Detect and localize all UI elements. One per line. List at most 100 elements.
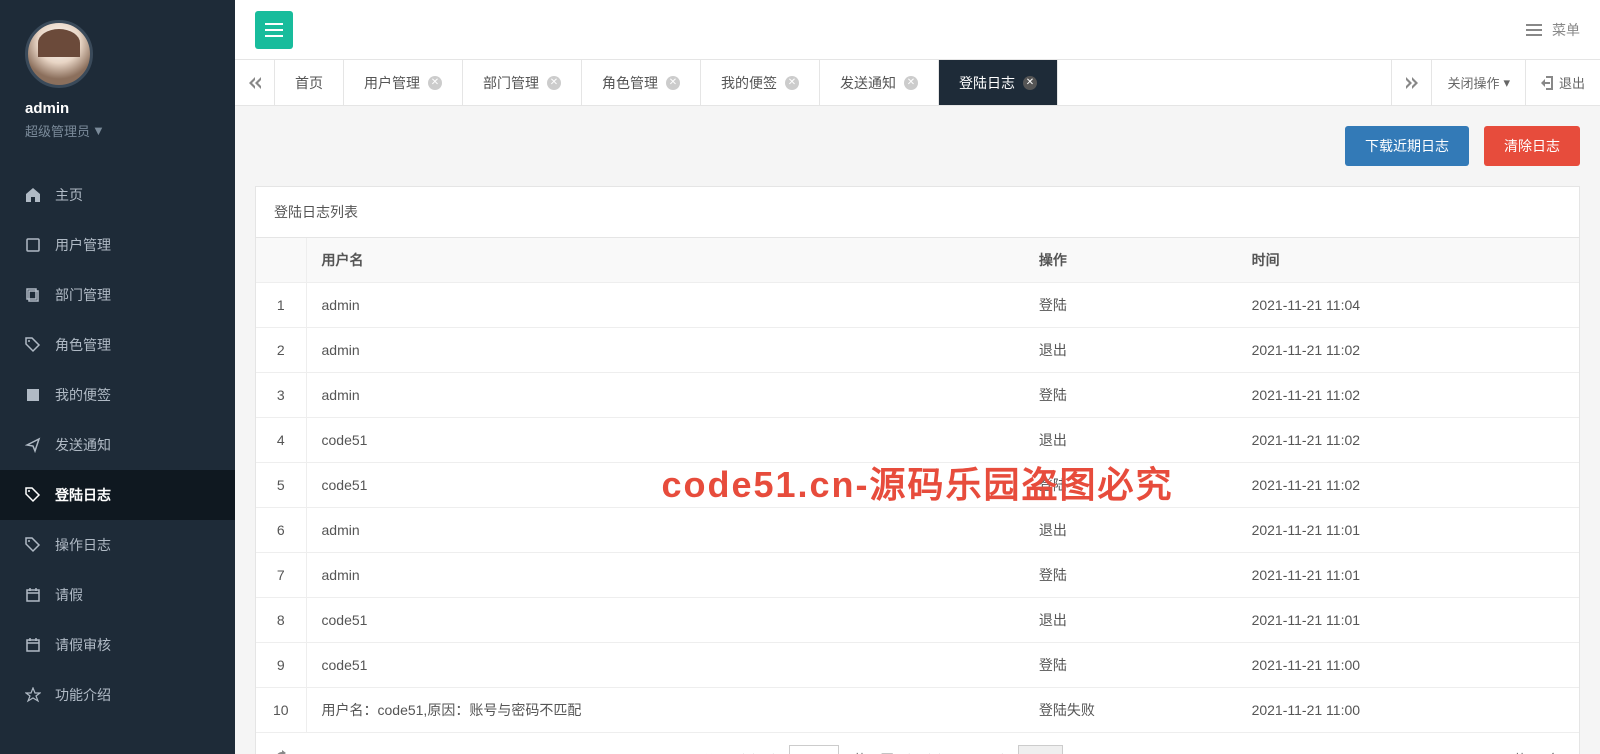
sidebar-item-10[interactable]: 功能介绍 (0, 670, 235, 720)
tag-icon (25, 337, 41, 353)
sidebar-item-9[interactable]: 请假审核 (0, 620, 235, 670)
logout-button[interactable]: 退出 (1525, 60, 1600, 105)
table-row[interactable]: 9code51登陆2021-11-21 11:00 (256, 643, 1579, 688)
tab-1[interactable]: 用户管理✕ (344, 60, 463, 105)
cell-action: 退出 (1024, 508, 1237, 553)
table-row[interactable]: 7admin登陆2021-11-21 11:01 (256, 553, 1579, 598)
cell-action: 登陆 (1024, 643, 1237, 688)
sidebar-item-3[interactable]: 角色管理 (0, 320, 235, 370)
sidebar-item-8[interactable]: 请假 (0, 570, 235, 620)
cell-time: 2021-11-21 11:00 (1237, 643, 1579, 688)
log-panel: 登陆日志列表 用户名 操作 时间 1admin登陆2021-11-21 11:0… (255, 186, 1580, 754)
table-row[interactable]: 8code51退出2021-11-21 11:01 (256, 598, 1579, 643)
tab-label: 我的便签 (721, 73, 777, 93)
calendar-icon (25, 587, 41, 603)
double-chevron-right-icon (1406, 77, 1418, 89)
tab-scroll-right-button[interactable] (1391, 60, 1431, 105)
users-icon (25, 237, 41, 253)
content-area: 下载近期日志 清除日志 登陆日志列表 用户名 操作 时间 1admin登陆202… (235, 106, 1600, 754)
sidebar-item-label: 用户管理 (55, 235, 111, 255)
cell-index: 6 (256, 508, 306, 553)
download-logs-button[interactable]: 下载近期日志 (1345, 126, 1469, 166)
username: admin (25, 100, 210, 117)
sidebar-item-label: 角色管理 (55, 335, 111, 355)
tab-close-button[interactable]: ✕ (547, 76, 561, 90)
star-icon (25, 687, 41, 703)
tab-0[interactable]: 首页 (275, 60, 344, 105)
tab-close-button[interactable]: ✕ (666, 76, 680, 90)
tab-close-button[interactable]: ✕ (904, 76, 918, 90)
sidebar-item-0[interactable]: 主页 (0, 170, 235, 220)
pager-size-select[interactable]: 10 (1018, 745, 1063, 754)
table-row[interactable]: 3admin登陆2021-11-21 11:02 (256, 373, 1579, 418)
cell-user: admin (306, 328, 1024, 373)
cell-user: admin (306, 508, 1024, 553)
sidebar-toggle-button[interactable] (255, 11, 293, 49)
hamburger-icon (265, 23, 283, 37)
sidebar-item-4[interactable]: 我的便签 (0, 370, 235, 420)
pager-page-input[interactable] (789, 745, 839, 754)
role-label: 超级管理员 (25, 121, 90, 140)
tab-3[interactable]: 角色管理 ✕ (582, 60, 701, 105)
tab-close-button[interactable]: ✕ (785, 76, 799, 90)
cell-index: 8 (256, 598, 306, 643)
sidebar-item-label: 操作日志 (55, 535, 111, 555)
sidebar-item-label: 请假 (55, 585, 83, 605)
col-action: 操作 (1024, 238, 1237, 283)
cell-action: 退出 (1024, 328, 1237, 373)
tab-label: 登陆日志 (959, 73, 1015, 93)
tab-close-button[interactable]: ✕ (428, 76, 442, 90)
menu-icon (1526, 24, 1542, 36)
table-row[interactable]: 6admin退出2021-11-21 11:01 (256, 508, 1579, 553)
refresh-button[interactable] (274, 750, 290, 754)
sidebar-nav: 主页用户管理部门管理角色管理我的便签发送通知登陆日志操作日志请假请假审核功能介绍 (0, 170, 235, 720)
cell-time: 2021-11-21 11:01 (1237, 508, 1579, 553)
tab-2[interactable]: 部门管理 ✕ (463, 60, 582, 105)
cell-time: 2021-11-21 11:02 (1237, 463, 1579, 508)
close-tabs-dropdown[interactable]: 关闭操作 ▾ (1431, 60, 1525, 105)
cell-time: 2021-11-21 11:02 (1237, 328, 1579, 373)
profile-block: admin 超级管理员▼ (0, 0, 235, 155)
table-row[interactable]: 5code51登陆2021-11-21 11:02 (256, 463, 1579, 508)
cell-time: 2021-11-21 11:00 (1237, 688, 1579, 733)
tab-6[interactable]: 登陆日志 ✕ (939, 60, 1058, 105)
cell-index: 2 (256, 328, 306, 373)
pager-prev-button[interactable]: ◀◀ (730, 750, 758, 754)
cell-user: admin (306, 373, 1024, 418)
sidebar-item-1[interactable]: 用户管理 (0, 220, 235, 270)
cell-user: code51 (306, 463, 1024, 508)
cell-user: code51 (306, 598, 1024, 643)
avatar[interactable] (25, 20, 93, 88)
sidebar-item-6[interactable]: 登陆日志 (0, 470, 235, 520)
tab-4[interactable]: 我的便签 ✕ (701, 60, 820, 105)
cell-index: 5 (256, 463, 306, 508)
col-index (256, 238, 306, 283)
col-time: 时间 (1237, 238, 1579, 283)
tab-close-button[interactable]: ✕ (1023, 76, 1037, 90)
sidebar-item-5[interactable]: 发送通知 (0, 420, 235, 470)
sidebar-item-2[interactable]: 部门管理 (0, 270, 235, 320)
pager-last-button[interactable]: ⏭ (967, 750, 987, 754)
cell-index: 1 (256, 283, 306, 328)
cell-action: 登陆 (1024, 283, 1237, 328)
pager-center: ⏮ ◀◀ | 共 7 页 | ▶▶ ⏭ | 10 (696, 745, 1063, 754)
tab-label: 部门管理 (483, 73, 539, 93)
table-row[interactable]: 2admin退出2021-11-21 11:02 (256, 328, 1579, 373)
topbar-menu-button[interactable]: 菜单 (1526, 20, 1580, 40)
tabbar: 首页用户管理✕部门管理✕角色管理✕我的便签✕发送通知✕登陆日志✕ 关闭操作 ▾ … (235, 60, 1600, 106)
pager-next-button[interactable]: ▶▶ (925, 750, 953, 754)
cell-action: 登陆 (1024, 373, 1237, 418)
cell-action: 登陆失败 (1024, 688, 1237, 733)
table-row[interactable]: 4code51退出2021-11-21 11:02 (256, 418, 1579, 463)
table-row[interactable]: 10用户名：code51,原因：账号与密码不匹配登陆失败2021-11-21 1… (256, 688, 1579, 733)
clear-logs-button[interactable]: 清除日志 (1484, 126, 1580, 166)
table-row[interactable]: 1admin登陆2021-11-21 11:04 (256, 283, 1579, 328)
pager-first-button[interactable]: ⏮ (696, 750, 716, 754)
role-dropdown[interactable]: 超级管理员▼ (25, 121, 210, 140)
double-chevron-left-icon (249, 77, 261, 89)
tab-label: 角色管理 (602, 73, 658, 93)
cell-user: admin (306, 553, 1024, 598)
tab-5[interactable]: 发送通知✕ (820, 60, 939, 105)
tab-scroll-left-button[interactable] (235, 60, 275, 105)
sidebar-item-7[interactable]: 操作日志 (0, 520, 235, 570)
